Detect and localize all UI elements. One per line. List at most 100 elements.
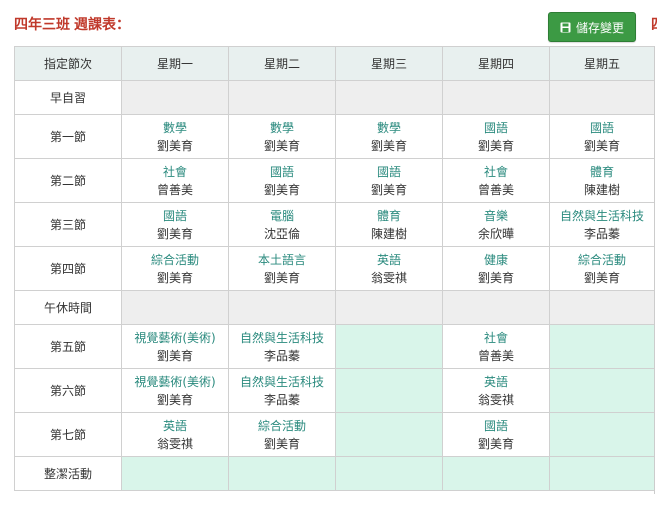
- timetable-row: 午休時間: [14, 290, 655, 325]
- timetable-cell[interactable]: [335, 324, 443, 369]
- timetable-cell[interactable]: 數學 劉美育: [228, 114, 336, 159]
- timetable-cell[interactable]: 英語 翁雯祺: [335, 246, 443, 291]
- timetable-cell[interactable]: 體育 陳建樹: [549, 158, 655, 203]
- teacher-name: 李品蓁: [263, 392, 300, 407]
- timetable-cell[interactable]: 自然與生活科技 李品蓁: [549, 202, 655, 247]
- subject-name: 國語: [376, 164, 401, 179]
- timetable-cell[interactable]: [549, 456, 655, 491]
- timetable-cell[interactable]: 綜合活動 劉美育: [228, 412, 336, 457]
- save-button-label: 儲存變更: [575, 20, 624, 35]
- timetable-cell[interactable]: 視覺藝術(美術) 劉美育: [121, 368, 229, 413]
- timetable-cell[interactable]: 國語 劉美育: [121, 202, 229, 247]
- timetable-cell[interactable]: 自然與生活科技 李品蓁: [228, 324, 336, 369]
- timetable-cell[interactable]: [228, 290, 336, 325]
- subject-name: 體育: [589, 164, 614, 179]
- teacher-name: 翁雯祺: [477, 392, 514, 407]
- teacher-name: 劉美育: [477, 138, 514, 153]
- timetable-cell[interactable]: [228, 80, 336, 115]
- timetable-cell[interactable]: [335, 80, 443, 115]
- subject-name: 自然與生活科技: [559, 208, 644, 223]
- timetable-cell[interactable]: [549, 324, 655, 369]
- timetable-row: 早自習: [14, 80, 655, 115]
- subject-name: 國語: [162, 208, 187, 223]
- timetable-cell[interactable]: 數學 劉美育: [121, 114, 229, 159]
- timetable-cell[interactable]: 國語 劉美育: [549, 114, 655, 159]
- teacher-name: 余欣曄: [477, 226, 514, 241]
- timetable-cell[interactable]: 本土語言 劉美育: [228, 246, 336, 291]
- subject-name: 自然與生活科技: [239, 330, 324, 345]
- subject-name: 數學: [376, 120, 401, 135]
- timetable-cell[interactable]: 綜合活動 劉美育: [549, 246, 655, 291]
- timetable-cell[interactable]: 國語 劉美育: [335, 158, 443, 203]
- column-header-tuesday: 星期二: [228, 46, 336, 81]
- timetable-cell[interactable]: 英語 翁雯祺: [442, 368, 550, 413]
- subject-name: 國語: [269, 164, 294, 179]
- timetable-cell[interactable]: 自然與生活科技 李品蓁: [228, 368, 336, 413]
- timetable-cell[interactable]: [335, 412, 443, 457]
- timetable-row: 第二節 社會 曾善美 國語 劉美育 國語 劉美育 社會 曾善美 體育 陳建樹: [14, 158, 655, 203]
- teacher-name: 劉美育: [477, 270, 514, 285]
- timetable-cell[interactable]: 英語 翁雯祺: [121, 412, 229, 457]
- period-label: 第三節: [14, 202, 122, 247]
- timetable-cell[interactable]: [121, 456, 229, 491]
- teacher-name: 劉美育: [263, 270, 300, 285]
- class-name: 四年三班: [14, 17, 70, 33]
- timetable-row: 第五節 視覺藝術(美術) 劉美育 自然與生活科技 李品蓁 社會曾善美: [14, 324, 655, 369]
- timetable-cell[interactable]: [335, 368, 443, 413]
- period-label: 第五節: [14, 324, 122, 369]
- subject-name: 自然與生活科技: [239, 374, 324, 389]
- timetable-cell[interactable]: 電腦 沈亞倫: [228, 202, 336, 247]
- period-label: 第六節: [14, 368, 122, 413]
- timetable-row: 第七節 英語 翁雯祺 綜合活動 劉美育 國語 劉美育: [14, 412, 655, 457]
- teacher-name: 劉美育: [156, 348, 193, 363]
- timetable-cell[interactable]: 國語 劉美育: [442, 114, 550, 159]
- timetable-cell[interactable]: 社會 曾善美: [121, 158, 229, 203]
- timetable-cell[interactable]: 體育 陳建樹: [335, 202, 443, 247]
- timetable-cell[interactable]: 數學 劉美育: [335, 114, 443, 159]
- subject-name: 社會: [483, 330, 508, 345]
- timetable-cell[interactable]: 健康 劉美育: [442, 246, 550, 291]
- timetable-cell[interactable]: 音樂 余欣曄: [442, 202, 550, 247]
- subject-name: 社會: [483, 164, 508, 179]
- teacher-name: 劉美育: [370, 182, 407, 197]
- timetable-cell[interactable]: [549, 412, 655, 457]
- period-label: 午休時間: [14, 290, 122, 325]
- timetable-cell[interactable]: [549, 80, 655, 115]
- subject-name: 國語: [483, 418, 508, 433]
- subject-name: 體育: [376, 208, 401, 223]
- teacher-name: 曾善美: [477, 348, 514, 363]
- timetable-cell[interactable]: 社會 曾善美: [442, 158, 550, 203]
- period-label: 第四節: [14, 246, 122, 291]
- subject-name: 視覺藝術(美術): [134, 374, 216, 389]
- teacher-name: 劉美育: [477, 436, 514, 451]
- teacher-name: 劉美育: [583, 138, 620, 153]
- timetable-cell[interactable]: 視覺藝術(美術) 劉美育: [121, 324, 229, 369]
- timetable-cell[interactable]: [121, 290, 229, 325]
- teacher-name: 陳建樹: [583, 182, 620, 197]
- timetable-cell[interactable]: 國語 劉美育: [228, 158, 336, 203]
- timetable-cell[interactable]: [549, 290, 655, 325]
- timetable-cell[interactable]: [335, 456, 443, 491]
- timetable-cell[interactable]: [442, 80, 550, 115]
- subject-name: 國語: [589, 120, 614, 135]
- timetable-cell[interactable]: [228, 456, 336, 491]
- subject-name: 綜合活動: [150, 252, 199, 267]
- page-title: 四年三班 週課表：: [14, 14, 130, 34]
- teacher-name: 劉美育: [263, 138, 300, 153]
- timetable-cell[interactable]: [442, 290, 550, 325]
- subject-name: 綜合活動: [577, 252, 626, 267]
- timetable-cell[interactable]: 國語 劉美育: [442, 412, 550, 457]
- subject-name: 數學: [162, 120, 187, 135]
- save-changes-button[interactable]: 儲存變更: [548, 12, 636, 42]
- teacher-name: 翁雯祺: [156, 436, 193, 451]
- timetable-cell[interactable]: [335, 290, 443, 325]
- timetable-cell[interactable]: [121, 80, 229, 115]
- timetable-cell[interactable]: 社會 曾善美: [442, 324, 550, 369]
- teacher-name: 劉美育: [370, 138, 407, 153]
- timetable-cell[interactable]: 綜合活動 劉美育: [121, 246, 229, 291]
- subject-name: 英語: [483, 374, 508, 389]
- timetable-cell[interactable]: [442, 456, 550, 491]
- teacher-name: 李品蓁: [263, 348, 300, 363]
- period-label: 整潔活動: [14, 456, 122, 491]
- timetable-cell[interactable]: [549, 368, 655, 413]
